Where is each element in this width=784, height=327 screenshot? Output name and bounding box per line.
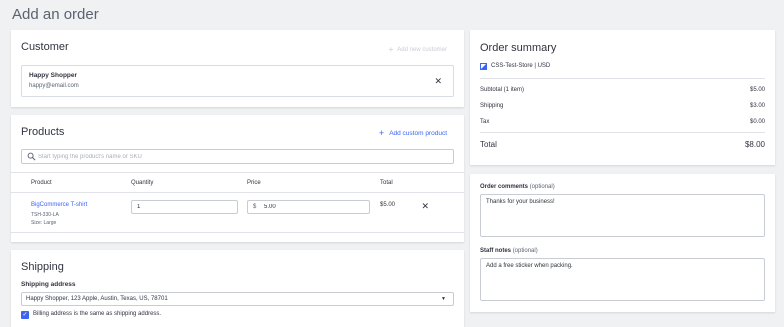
selected-customer: Happy Shopper happy@email.com ✕ <box>21 65 454 97</box>
row-total: $5.00 <box>380 202 396 208</box>
add-new-customer-label: Add new customer <box>397 47 447 53</box>
plus-icon: + <box>388 45 394 54</box>
summary-divider <box>480 132 765 133</box>
order-comments-textarea[interactable]: Thanks for your business! <box>480 194 765 237</box>
store-icon <box>480 63 487 70</box>
shipping-title: Shipping <box>21 261 64 273</box>
customer-name: Happy Shopper <box>29 72 78 79</box>
add-custom-product-button[interactable]: + Add custom product <box>379 128 447 138</box>
tax-label: Tax <box>480 119 490 125</box>
shipping-card: Shipping Shipping address Happy Shopper,… <box>11 250 464 327</box>
summary-divider <box>480 78 765 79</box>
column-header-quantity: Quantity <box>131 180 154 186</box>
page-title: Add an order <box>12 6 99 23</box>
table-divider <box>11 192 464 193</box>
search-icon <box>27 152 36 161</box>
billing-same-checkbox[interactable]: ✓ <box>21 311 29 319</box>
customer-card: Customer + Add new customer Happy Shopper… <box>11 30 464 107</box>
tax-value: $0.00 <box>749 119 765 125</box>
shipping-cost-value: $3.00 <box>749 103 765 109</box>
billing-same-label: Billing address is the same as shipping … <box>33 311 162 317</box>
remove-customer-close-icon[interactable]: ✕ <box>434 76 442 87</box>
column-header-total: Total <box>380 180 393 186</box>
staff-notes-label: Staff notes (optional) <box>480 248 538 254</box>
plus-icon: + <box>378 128 385 138</box>
order-comments-label-text: Order comments <box>480 184 529 190</box>
optional-tag: (optional) <box>529 184 555 190</box>
add-new-customer-button[interactable]: + Add new customer <box>389 45 447 54</box>
customer-email: happy@email.com <box>29 83 79 89</box>
product-search-field[interactable] <box>21 149 454 164</box>
chevron-down-icon: ▼ <box>441 296 446 302</box>
order-comments-label: Order comments (optional) <box>480 184 555 190</box>
column-header-price: Price <box>247 180 261 186</box>
remove-product-close-icon[interactable]: ✕ <box>421 201 429 212</box>
order-summary-card: Order summary CSS-Test-Store | USD Subto… <box>470 30 775 165</box>
staff-notes-label-text: Staff notes <box>480 248 512 254</box>
price-input[interactable] <box>264 202 364 212</box>
currency-symbol: $ <box>253 204 257 210</box>
product-sku: TSH-330-LA <box>31 212 59 218</box>
subtotal-value: $5.00 <box>749 87 765 93</box>
shipping-address-select[interactable]: Happy Shopper, 123 Apple, Austin, Texas,… <box>21 292 454 306</box>
quantity-input[interactable] <box>131 200 238 214</box>
customer-title: Customer <box>21 41 69 53</box>
total-value: $8.00 <box>744 140 765 149</box>
shipping-address-label: Shipping address <box>21 281 76 288</box>
table-divider <box>11 172 464 173</box>
staff-notes-textarea[interactable]: Add a free sticker when packing. <box>480 258 765 301</box>
product-size: Size: Large <box>31 220 57 226</box>
products-card: Products + Add custom product Product Qua… <box>11 115 464 242</box>
order-summary-title: Order summary <box>480 42 557 54</box>
subtotal-label: Subtotal (1 item) <box>480 87 525 93</box>
total-label: Total <box>480 140 497 149</box>
column-header-product: Product <box>31 180 52 186</box>
product-name-link[interactable]: BigCommerce T-shirt <box>31 202 87 208</box>
optional-tag: (optional) <box>512 248 538 254</box>
add-custom-product-label: Add custom product <box>389 130 447 137</box>
price-field[interactable]: $ <box>247 200 370 214</box>
products-title: Products <box>21 126 65 138</box>
product-search-input[interactable] <box>38 151 438 162</box>
table-divider <box>11 232 464 233</box>
shipping-address-value: Happy Shopper, 123 Apple, Austin, Texas,… <box>26 296 168 302</box>
shipping-cost-label: Shipping <box>480 103 504 109</box>
notes-card: Order comments (optional) Thanks for you… <box>470 174 775 312</box>
store-name: CSS-Test-Store | USD <box>491 63 551 69</box>
